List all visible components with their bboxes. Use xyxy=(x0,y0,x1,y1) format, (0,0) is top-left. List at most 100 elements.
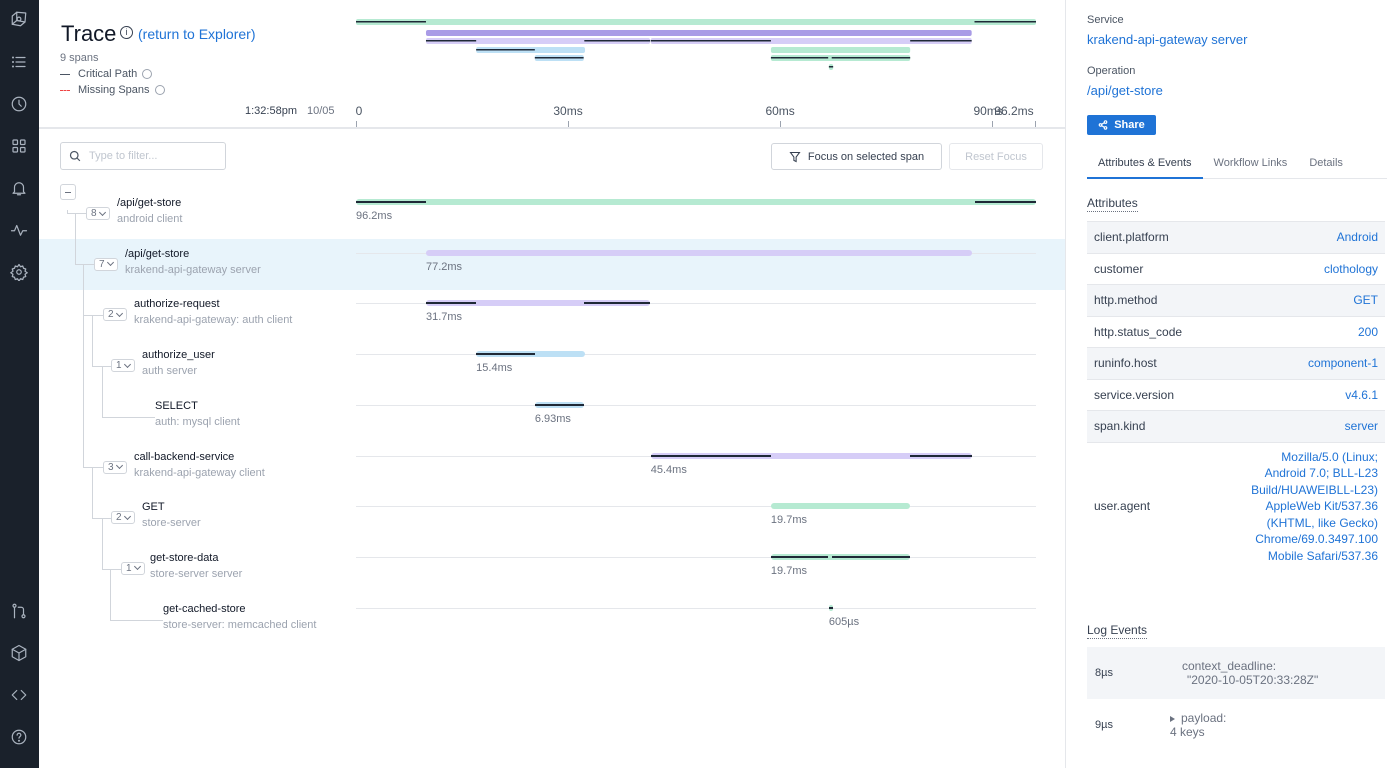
span-row[interactable]: get-cached-store store-server: memcached … xyxy=(39,594,1065,645)
span-operation-name: /api/get-store xyxy=(117,197,182,209)
attribute-value-link[interactable]: clothology xyxy=(1324,262,1378,276)
tree-connector-line xyxy=(110,569,111,620)
dashboard-grid-icon[interactable] xyxy=(8,135,30,157)
span-duration-label: 96.2ms xyxy=(356,210,393,222)
span-operation-name: authorize-request xyxy=(134,298,220,311)
tree-connector-line xyxy=(102,417,155,418)
child-count-toggle[interactable]: 1 xyxy=(121,561,145,575)
span-duration-bar[interactable] xyxy=(425,249,972,256)
list-icon[interactable] xyxy=(8,51,30,73)
attribute-value-link[interactable]: Mozilla/5.0 (Linux; Android 7.0; BLL-L23… xyxy=(1238,443,1378,571)
filter-box[interactable] xyxy=(60,142,226,170)
tree-connector-line xyxy=(83,264,84,467)
minimap-span-bar xyxy=(770,47,911,53)
missing-spans-swatch xyxy=(60,89,70,91)
filter-input[interactable] xyxy=(89,150,219,162)
help-circle-icon[interactable] xyxy=(8,726,30,748)
attribute-key: http.method xyxy=(1094,293,1158,308)
clock-icon[interactable] xyxy=(8,93,30,115)
tree-connector-line xyxy=(102,366,103,417)
attribute-value-link[interactable]: server xyxy=(1345,419,1378,433)
info-icon[interactable] xyxy=(142,69,153,79)
code-brackets-icon[interactable] xyxy=(8,684,30,706)
git-pull-request-icon[interactable] xyxy=(8,600,30,622)
child-count-toggle[interactable]: 1 xyxy=(111,359,135,373)
span-duration-bar[interactable] xyxy=(356,199,1036,205)
span-track-line xyxy=(356,607,1036,609)
logo-icon[interactable] xyxy=(8,8,30,30)
span-row[interactable]: /api/get-store krakend-api-gateway server… xyxy=(39,238,1065,290)
child-count: 8 xyxy=(91,208,97,219)
critical-path-segment xyxy=(425,302,477,305)
focus-selected-span-button[interactable]: Focus on selected span xyxy=(771,143,942,170)
span-duration-bar[interactable] xyxy=(770,503,911,510)
bell-icon[interactable] xyxy=(8,177,30,199)
span-detail-panel: Service krakend-api-gateway server Opera… xyxy=(1065,0,1400,768)
log-event-key: context_deadline: xyxy=(1182,659,1277,673)
return-to-explorer-link[interactable]: (return to Explorer) xyxy=(138,26,255,42)
attribute-key: runinfo.host xyxy=(1094,356,1157,371)
attribute-row: http.status_code 200 xyxy=(1087,315,1385,347)
critical-path-segment xyxy=(910,454,972,457)
child-count: 2 xyxy=(108,309,114,321)
span-duration-label: 6.93ms xyxy=(534,412,571,425)
tab-attributes-events[interactable]: Attributes & Events xyxy=(1087,150,1203,179)
tree-connector-line xyxy=(83,315,103,316)
critical-path-segment xyxy=(356,201,426,203)
attribute-value-link[interactable]: component-1 xyxy=(1308,356,1378,370)
info-icon[interactable] xyxy=(154,85,165,95)
trace-main: Trace i (return to Explorer) 9 spans Cri… xyxy=(39,0,1065,768)
span-service-name: store-server: memcached client xyxy=(163,618,317,631)
minimap-critical-path-segment xyxy=(831,57,911,59)
share-button[interactable]: Share xyxy=(1087,115,1156,135)
child-count-toggle[interactable]: 8 xyxy=(86,207,110,220)
attribute-row: user.agent Mozilla/5.0 (Linux; Android 7.… xyxy=(1087,441,1385,571)
service-value-link[interactable]: krakend-api-gateway server xyxy=(1087,32,1247,47)
attribute-value-link[interactable]: 200 xyxy=(1358,325,1378,339)
span-row[interactable]: authorize-request krakend-api-gateway: au… xyxy=(39,289,1065,340)
span-operation-name: get-cached-store xyxy=(163,602,246,615)
span-row[interactable]: GET store-server 2 19.7ms xyxy=(39,492,1065,543)
operation-value-link[interactable]: /api/get-store xyxy=(1087,83,1163,98)
log-event-expand-toggle[interactable]: payload: xyxy=(1170,711,1226,725)
span-row[interactable]: get-store-data store-server server 1 19.7ms xyxy=(39,543,1065,594)
span-row[interactable]: authorize_user auth server 1 15.4ms xyxy=(39,340,1065,391)
log-event: 8µs context_deadline: "2020-10-05T20:33:… xyxy=(1087,647,1385,699)
info-icon[interactable]: i xyxy=(120,26,133,39)
package-box-icon[interactable] xyxy=(8,642,30,664)
share-icon xyxy=(1098,120,1108,130)
trace-minimap[interactable] xyxy=(356,14,1036,74)
tree-connector-line xyxy=(92,467,93,518)
tab-details[interactable]: Details xyxy=(1298,150,1354,179)
tab-workflow-links[interactable]: Workflow Links xyxy=(1203,150,1299,179)
tree-connector-line xyxy=(110,620,163,621)
activity-pulse-icon[interactable] xyxy=(8,219,30,241)
attribute-value-link[interactable]: Android xyxy=(1337,230,1378,244)
span-row[interactable]: /api/get-store android client 8 96.2ms xyxy=(39,188,1065,239)
child-count-toggle[interactable]: 3 xyxy=(103,460,127,474)
attribute-row: customer clothology xyxy=(1087,252,1385,284)
child-count-toggle[interactable]: 2 xyxy=(103,308,127,322)
operation-label: Operation xyxy=(1087,65,1136,77)
span-row[interactable]: SELECT auth: mysql client 6.93ms xyxy=(39,391,1065,442)
reset-focus-button[interactable]: Reset Focus xyxy=(949,143,1043,170)
attribute-value-link[interactable]: v4.6.1 xyxy=(1345,388,1378,402)
span-operation-name: authorize_user xyxy=(142,349,215,362)
attribute-value-link[interactable]: GET xyxy=(1353,293,1378,307)
minimap-critical-path-segment xyxy=(910,40,972,42)
span-track-line xyxy=(356,556,1036,558)
child-count-toggle[interactable]: 7 xyxy=(94,257,118,271)
child-count-toggle[interactable]: 2 xyxy=(111,511,135,525)
minimap-critical-path-segment xyxy=(828,66,834,68)
detail-tabs: Attributes & Events Workflow Links Detai… xyxy=(1087,150,1387,179)
legend-critical-label: Critical Path xyxy=(78,68,138,80)
log-events-heading: Log Events xyxy=(1087,623,1148,639)
span-duration-label: 19.7ms xyxy=(770,514,807,527)
gear-icon[interactable] xyxy=(8,261,30,283)
span-track-line xyxy=(356,506,1036,508)
span-row[interactable]: call-backend-service krakend-api-gateway … xyxy=(39,442,1065,493)
span-duration-label: 15.4ms xyxy=(476,362,513,375)
minimap-critical-path-segment xyxy=(770,57,829,59)
log-event-key: payload: xyxy=(1181,711,1227,725)
span-service-name: krakend-api-gateway server xyxy=(125,263,261,276)
